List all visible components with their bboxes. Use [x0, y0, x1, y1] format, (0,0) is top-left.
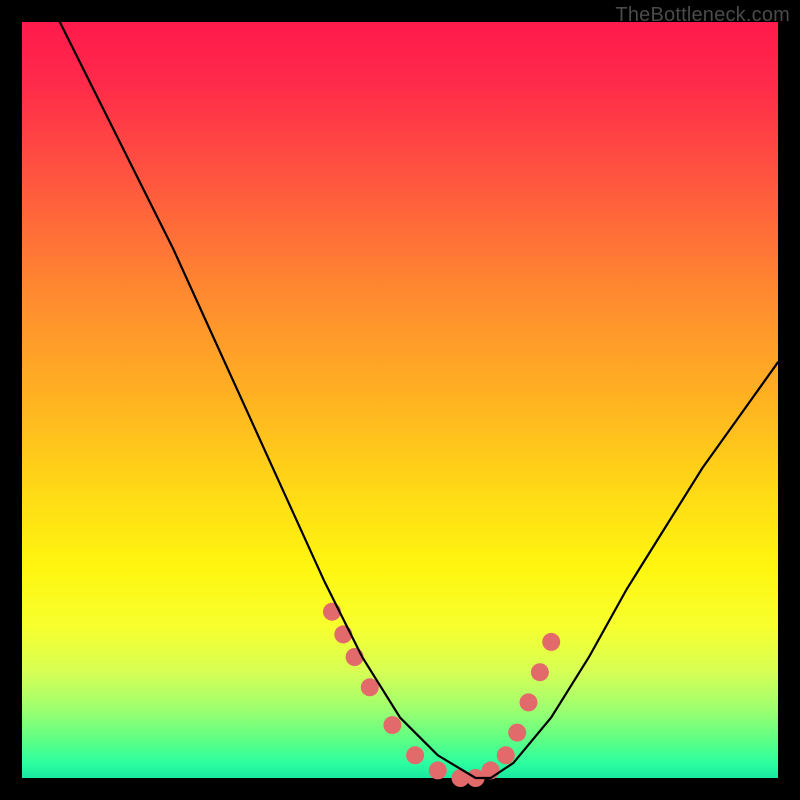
highlight-dot: [406, 746, 424, 764]
highlight-dot: [323, 603, 341, 621]
highlight-dots: [323, 603, 560, 787]
highlight-dot: [497, 746, 515, 764]
watermark-text: TheBottleneck.com: [615, 4, 790, 27]
highlight-dot: [383, 716, 401, 734]
highlight-dot: [531, 663, 549, 681]
highlight-dot: [346, 648, 364, 666]
chart-frame: TheBottleneck.com: [0, 0, 800, 800]
chart-svg: [22, 22, 778, 778]
highlight-dot: [520, 693, 538, 711]
highlight-dot: [334, 625, 352, 643]
highlight-dot: [542, 633, 560, 651]
bottleneck-curve: [60, 22, 778, 778]
highlight-dot: [508, 724, 526, 742]
highlight-dot: [429, 761, 447, 779]
